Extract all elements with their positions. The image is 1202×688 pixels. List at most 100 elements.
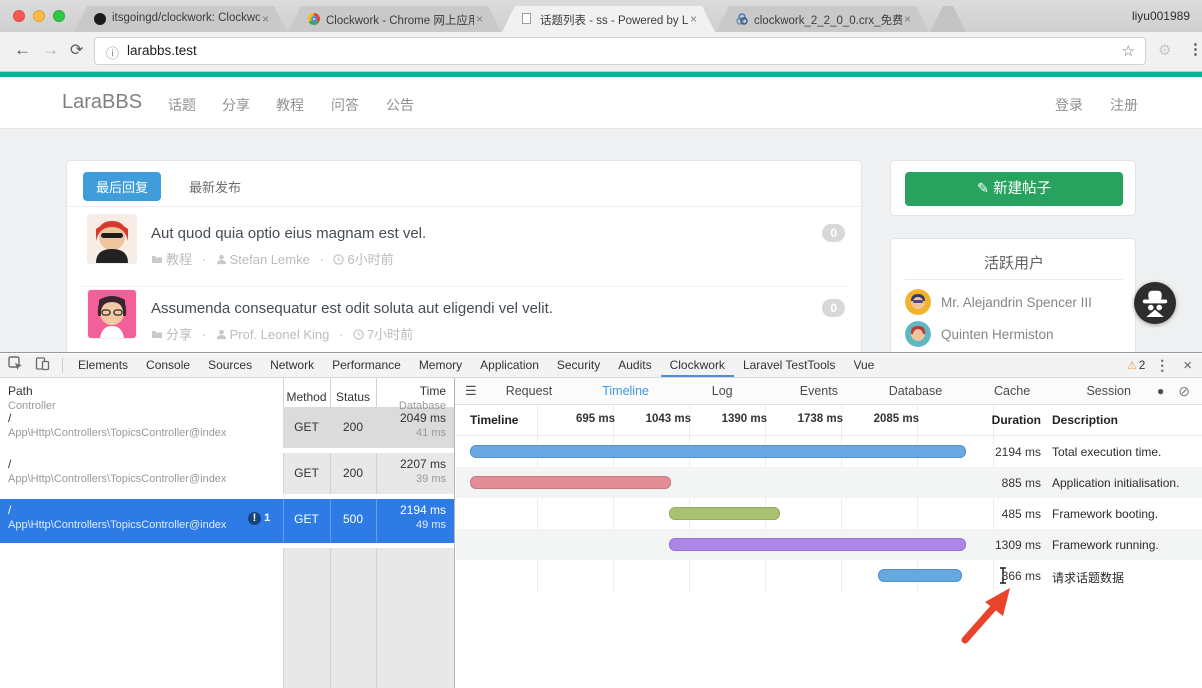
nav-item-tutorial[interactable]: 教程 (276, 95, 304, 115)
request-row-selected[interactable]: /App\Http\Controllers\TopicsController@i… (0, 498, 454, 543)
devtools-tab-network[interactable]: Network (261, 354, 323, 377)
bar-description: 请求话题数据 (1052, 569, 1124, 586)
active-user-name[interactable]: Quinten Hermiston (941, 327, 1054, 342)
info-icon[interactable]: ⓘ (106, 43, 119, 62)
register-link[interactable]: 注册 (1110, 95, 1138, 115)
axis-tick: 1390 ms (687, 413, 767, 425)
user-icon (216, 254, 227, 265)
tab-close-icon[interactable]: × (476, 12, 483, 26)
warning-icon[interactable]: ⚠ (1127, 359, 1137, 372)
bar-duration: 1309 ms (936, 538, 1041, 552)
nav-item-topics[interactable]: 话题 (168, 95, 196, 115)
nav-item-announce[interactable]: 公告 (386, 95, 414, 115)
clockwork-tab-log[interactable]: Log (674, 384, 771, 398)
timeline-bar-running[interactable] (669, 538, 966, 551)
panel-divider[interactable] (454, 378, 455, 688)
axis-tick: 2085 ms (839, 413, 919, 425)
nav-item-qa[interactable]: 问答 (331, 95, 359, 115)
bar-description: Application initialisation. (1052, 476, 1179, 490)
avatar[interactable] (905, 321, 931, 347)
request-method: GET (283, 466, 330, 480)
topic-category[interactable]: 分享 (166, 327, 192, 342)
browser-tab-crx[interactable]: clockwork_2_2_0_0.crx_免费高速 × (716, 6, 929, 32)
request-method: GET (283, 420, 330, 434)
divider (81, 286, 849, 287)
devtools-tab-application[interactable]: Application (471, 354, 548, 377)
clockwork-tab-database[interactable]: Database (867, 384, 964, 398)
topic-title[interactable]: Aut quod quia optio eius magnam est vel. (151, 225, 426, 242)
incognito-floating-button[interactable] (1134, 282, 1176, 324)
timeline-row: 485 ms Framework booting. (456, 498, 1202, 529)
request-status: 200 (330, 466, 376, 480)
avatar[interactable] (905, 289, 931, 315)
clockwork-tab-session[interactable]: Session (1060, 384, 1157, 398)
request-row[interactable]: /App\Http\Controllers\TopicsController@i… (8, 411, 273, 439)
divider (905, 279, 1123, 280)
browser-menu-icon[interactable]: ⋮ (1188, 40, 1202, 58)
devtools-close-icon[interactable]: × (1183, 357, 1192, 374)
nav-item-share[interactable]: 分享 (222, 95, 250, 115)
browser-tab-github[interactable]: itsgoingd/clockwork: Clockwor × (74, 6, 287, 32)
new-tab-button[interactable] (930, 6, 966, 32)
timeline-row: 885 ms Application initialisation. (456, 467, 1202, 498)
devtools-tab-security[interactable]: Security (548, 354, 609, 377)
devtools-tab-performance[interactable]: Performance (323, 354, 410, 377)
devtools-tab-audits[interactable]: Audits (609, 354, 660, 377)
devtools-menu-icon[interactable]: ⋮ (1155, 357, 1169, 374)
clockwork-tab-timeline[interactable]: Timeline (577, 384, 674, 398)
devtools-tab-elements[interactable]: Elements (69, 354, 137, 377)
tab-close-icon[interactable]: × (904, 12, 911, 26)
col-header-method: Method (283, 390, 330, 404)
url-text[interactable]: larabbs.test (127, 43, 197, 58)
bookmark-star-icon[interactable]: ☆ (1122, 42, 1135, 60)
topic-author[interactable]: Stefan Lemke (230, 252, 310, 267)
devtools-tab-console[interactable]: Console (137, 354, 199, 377)
bar-duration: 2194 ms (936, 445, 1041, 459)
record-icon[interactable]: ● (1157, 384, 1164, 398)
topic-author[interactable]: Prof. Leonel King (230, 327, 330, 342)
timeline-bar-booting[interactable] (669, 507, 780, 520)
titlebar: itsgoingd/clockwork: Clockwor × Clockwor… (0, 0, 1202, 32)
device-toolbar-icon[interactable] (35, 356, 50, 376)
browser-tab-topics-active[interactable]: 话题列表 - ss - Powered by Lar × (502, 6, 715, 32)
url-bar[interactable]: ⓘ larabbs.test ☆ (94, 37, 1146, 65)
timeline-bar-init[interactable] (470, 476, 671, 489)
axis-tick: 695 ms (535, 413, 615, 425)
refresh-icon[interactable]: ⟳ (70, 40, 83, 60)
profile-name[interactable]: liyu001989 (1132, 9, 1190, 23)
minimize-window-button[interactable] (33, 10, 45, 22)
clockwork-tab-cache[interactable]: Cache (964, 384, 1061, 398)
devtools-tab-sources[interactable]: Sources (199, 354, 261, 377)
extension-icon[interactable]: ⚙ (1158, 41, 1171, 59)
devtools-tab-memory[interactable]: Memory (410, 354, 471, 377)
block-requests-icon[interactable]: ⊘ (1178, 383, 1190, 400)
col-header-path: PathController (8, 384, 56, 412)
inspect-element-icon[interactable] (8, 356, 23, 376)
requests-sidebar-toggle-icon[interactable]: ☰ (465, 383, 477, 399)
devtools-tab-laravel-testtools[interactable]: Laravel TestTools (734, 354, 845, 377)
topic-title[interactable]: Assumenda consequatur est odit soluta au… (151, 300, 553, 317)
close-window-button[interactable] (13, 10, 25, 22)
devtools-tab-vue[interactable]: Vue (844, 354, 883, 377)
timeline-bar-total[interactable] (470, 445, 966, 458)
warning-count[interactable]: 2 (1139, 360, 1145, 372)
topic-category[interactable]: 教程 (166, 252, 192, 267)
new-post-button[interactable]: ✎ 新建帖子 (905, 172, 1123, 206)
maximize-window-button[interactable] (53, 10, 65, 22)
browser-tab-webstore[interactable]: Clockwork - Chrome 网上应用店 × (288, 6, 501, 32)
active-user-name[interactable]: Mr. Alejandrin Spencer III (941, 295, 1092, 310)
devtools-tab-clockwork[interactable]: Clockwork (661, 354, 734, 377)
clockwork-tab-events[interactable]: Events (771, 384, 868, 398)
avatar[interactable] (87, 289, 137, 339)
login-link[interactable]: 登录 (1055, 95, 1083, 115)
site-brand[interactable]: LaraBBS (62, 91, 142, 114)
clockwork-tab-request[interactable]: Request (481, 384, 578, 398)
filter-tab-last-reply[interactable]: 最后回复 (83, 172, 161, 201)
avatar[interactable] (87, 214, 137, 264)
tab-close-icon[interactable]: × (262, 12, 269, 26)
reply-count-badge: 0 (822, 224, 845, 242)
tab-close-icon[interactable]: × (690, 12, 697, 26)
back-icon[interactable]: ← (14, 40, 31, 60)
filter-tab-recent[interactable]: 最新发布 (189, 177, 241, 196)
request-row[interactable]: /App\Http\Controllers\TopicsController@i… (8, 457, 273, 485)
